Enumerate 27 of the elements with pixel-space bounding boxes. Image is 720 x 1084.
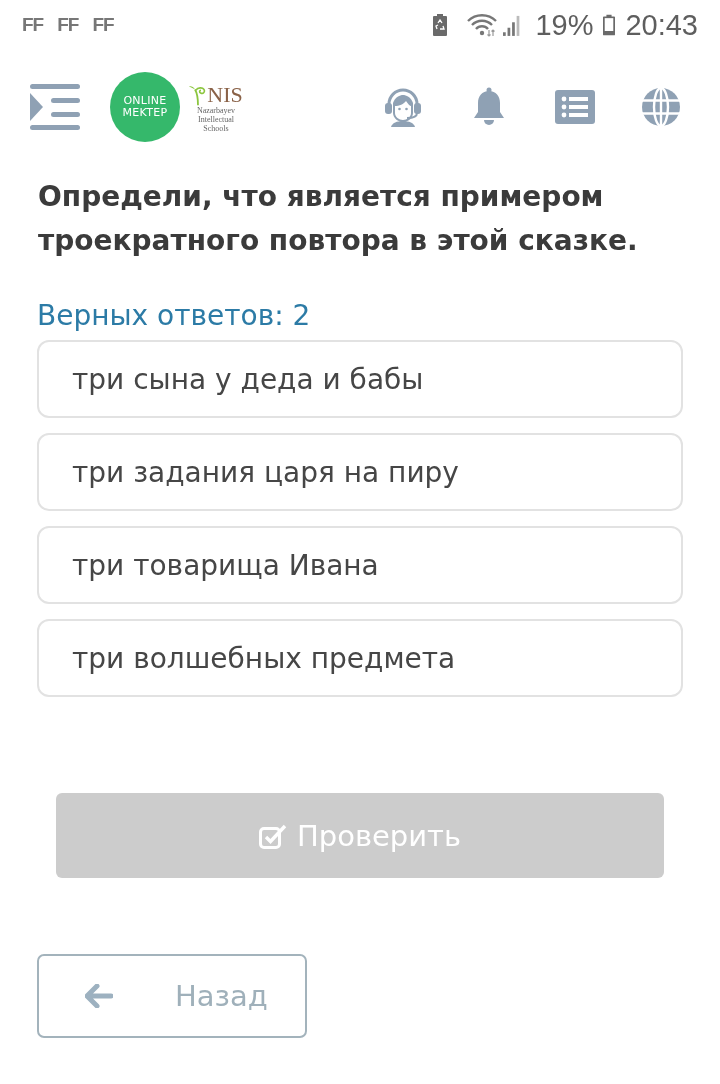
question-text: Определи, что является примером троекратного повтора в этой сказке. xyxy=(38,179,639,259)
nis-subtitle-text: Schools xyxy=(203,123,229,133)
list-icon[interactable] xyxy=(555,87,595,127)
menu-icon[interactable] xyxy=(30,84,80,130)
arrow-left-icon xyxy=(85,984,113,1008)
clock-text: 20:43 xyxy=(625,8,698,42)
nis-subtitle-text: Intellectual xyxy=(198,114,234,124)
battery-icon xyxy=(603,14,616,36)
answer-option[interactable]: три сына у деда и бабы xyxy=(37,340,683,418)
notification-label: FF xyxy=(57,14,79,36)
support-agent-icon[interactable] xyxy=(383,87,423,127)
checkbox-icon xyxy=(258,822,287,849)
logo-text: ONLINE xyxy=(123,95,167,107)
notification-label: FF xyxy=(22,14,44,36)
correct-answers-count: Верных ответов: 2 xyxy=(37,298,312,334)
globe-icon[interactable] xyxy=(641,87,681,127)
answer-option[interactable]: три волшебных предмета xyxy=(37,619,683,697)
logo-text: MEKTEP xyxy=(122,107,168,119)
nis-logo-text: NIS xyxy=(207,83,243,106)
notification-label: FF xyxy=(92,14,114,36)
answer-option[interactable]: три задания царя на пиру xyxy=(37,433,683,511)
battery-percent-text: 19% xyxy=(535,8,594,42)
answer-option[interactable]: три товарища Ивана xyxy=(37,526,683,604)
wifi-icon xyxy=(467,13,498,37)
nis-subtitle-text: Nazarbayev xyxy=(196,105,236,115)
battery-saver-icon xyxy=(433,14,448,36)
back-label: Назад xyxy=(175,979,268,1013)
